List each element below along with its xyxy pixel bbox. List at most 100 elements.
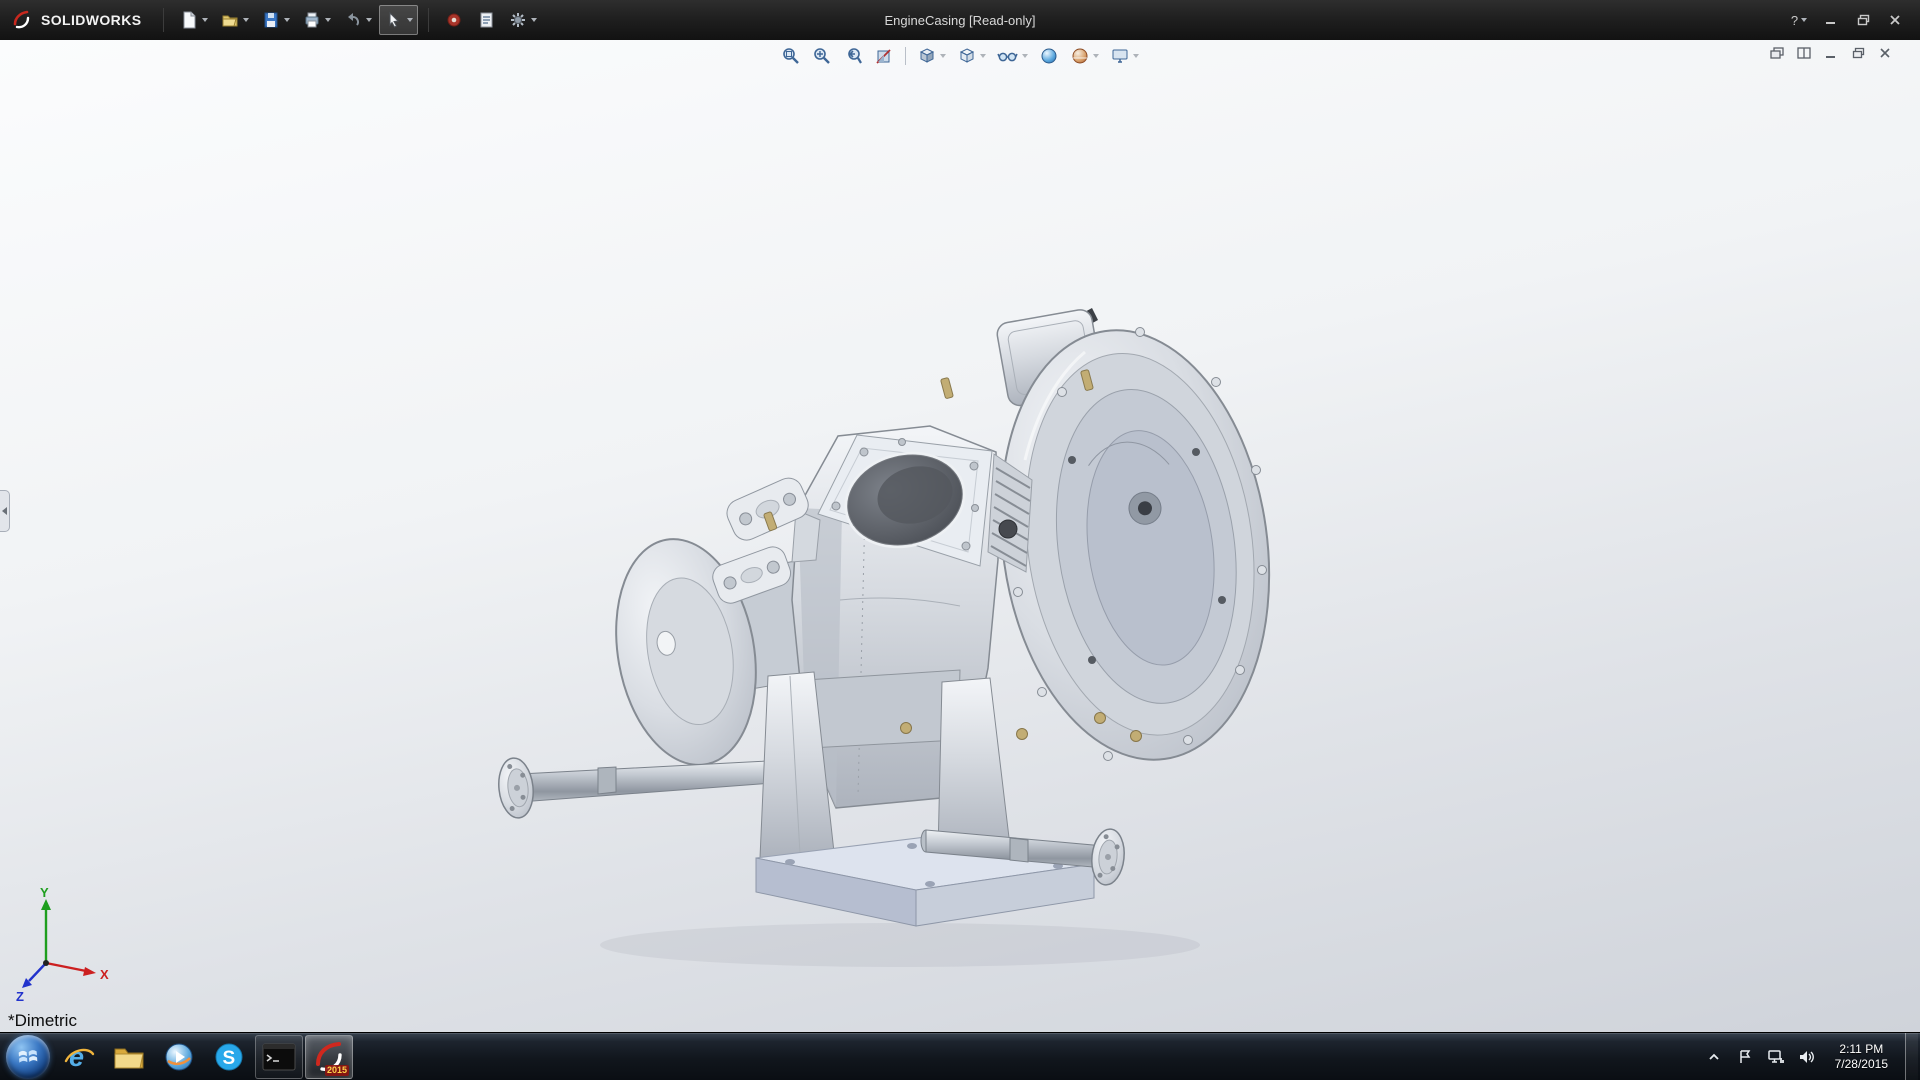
file-properties-button[interactable] [471, 5, 501, 35]
dropdown-caret-icon [980, 54, 986, 58]
zoom-to-area-button[interactable] [808, 43, 836, 69]
view-orientation-cube-icon [917, 46, 937, 66]
doc-minimize-button[interactable] [1822, 45, 1840, 61]
view-orientation-label: *Dimetric [8, 1011, 77, 1031]
help-glyph: ? [1791, 13, 1798, 28]
doc-restore-button[interactable] [1849, 45, 1867, 61]
dropdown-caret-icon [531, 18, 537, 22]
new-document-icon [179, 10, 199, 30]
triad-z-label: Z [16, 989, 24, 1003]
action-center-button[interactable] [1734, 1042, 1756, 1072]
zoom-to-fit-button[interactable] [777, 43, 805, 69]
display-style-cube-icon [957, 46, 977, 66]
options-gear-icon [508, 10, 528, 30]
show-hidden-icons-button[interactable] [1703, 1042, 1725, 1072]
select-button[interactable] [379, 5, 418, 35]
dropdown-caret-icon [366, 18, 372, 22]
view-orientation-button[interactable] [913, 43, 950, 69]
triad-x-label: X [100, 967, 109, 982]
view-settings-icon [1110, 46, 1130, 66]
dropdown-caret-icon [407, 18, 413, 22]
taskbar-media-player[interactable] [155, 1035, 203, 1079]
section-view-icon [874, 46, 894, 66]
window-title: EngineCasing [Read-only] [884, 13, 1035, 28]
taskbar: e S [0, 1032, 1920, 1080]
clock-time: 2:11 PM [1835, 1042, 1888, 1057]
system-tray: 2:11 PM 7/28/2015 [1703, 1033, 1920, 1080]
hide-show-items-button[interactable] [993, 43, 1032, 69]
dropdown-caret-icon [1801, 18, 1807, 22]
options-button[interactable] [503, 5, 542, 35]
close-icon [1879, 47, 1891, 59]
dropdown-caret-icon [325, 18, 331, 22]
dropdown-caret-icon [1133, 54, 1139, 58]
save-button[interactable] [256, 5, 295, 35]
undo-button[interactable] [338, 5, 377, 35]
network-icon [1767, 1049, 1785, 1065]
apply-scene-sphere-icon [1070, 46, 1090, 66]
reference-triad: Y X Z [16, 885, 112, 1003]
headsup-view-toolbar [777, 43, 1143, 69]
tile-icon [1797, 47, 1811, 59]
engine-casing-model[interactable] [0, 40, 1920, 1032]
print-button[interactable] [297, 5, 336, 35]
rebuild-button[interactable] [439, 5, 469, 35]
graphics-viewport: Y X Z *Dimetric [0, 40, 1920, 1032]
network-button[interactable] [1765, 1042, 1787, 1072]
media-player-icon [163, 1041, 195, 1073]
volume-speaker-icon [1798, 1049, 1816, 1065]
edit-appearance-button[interactable] [1035, 43, 1063, 69]
taskbar-skype[interactable]: S [205, 1035, 253, 1079]
dropdown-caret-icon [940, 54, 946, 58]
display-style-button[interactable] [953, 43, 990, 69]
file-properties-icon [476, 10, 496, 30]
zoom-to-fit-icon [781, 46, 801, 66]
cascade-windows-button[interactable] [1768, 45, 1786, 61]
skype-icon: S [213, 1041, 245, 1073]
taskbar-windows-explorer[interactable] [105, 1035, 153, 1079]
toolbar-separator [163, 8, 164, 32]
show-desktop-button[interactable] [1905, 1033, 1918, 1080]
doc-close-button[interactable] [1876, 45, 1894, 61]
previous-view-icon [843, 46, 863, 66]
start-button[interactable] [6, 1035, 50, 1079]
collapse-arrow-icon [2, 507, 7, 515]
windows-flag-icon [17, 1046, 39, 1068]
solidworks-app-icon: 2015 [312, 1040, 346, 1074]
edit-appearance-sphere-icon [1039, 46, 1059, 66]
svg-text:e: e [69, 1042, 84, 1072]
svg-text:S: S [223, 1048, 236, 1069]
taskbar-solidworks[interactable]: 2015 [305, 1035, 353, 1079]
section-view-button[interactable] [870, 43, 898, 69]
window-controls: ? [1786, 8, 1920, 32]
select-cursor-icon [384, 10, 404, 30]
view-settings-button[interactable] [1106, 43, 1143, 69]
tile-windows-button[interactable] [1795, 45, 1813, 61]
dropdown-caret-icon [1022, 54, 1028, 58]
dropdown-caret-icon [202, 18, 208, 22]
open-button[interactable] [215, 5, 254, 35]
taskbar-internet-explorer[interactable]: e [55, 1035, 103, 1079]
new-document-button[interactable] [174, 5, 213, 35]
print-icon [302, 10, 322, 30]
open-folder-icon [220, 10, 240, 30]
save-floppy-icon [261, 10, 281, 30]
close-button[interactable] [1882, 8, 1908, 32]
dropdown-caret-icon [284, 18, 290, 22]
minimize-button[interactable] [1818, 8, 1844, 32]
triad-y-label: Y [40, 885, 49, 900]
apply-scene-button[interactable] [1066, 43, 1103, 69]
taskbar-clock[interactable]: 2:11 PM 7/28/2015 [1827, 1042, 1896, 1072]
minimize-icon [1825, 47, 1837, 59]
volume-button[interactable] [1796, 1042, 1818, 1072]
solidworks-year-badge: 2015 [325, 1065, 349, 1076]
help-button[interactable]: ? [1786, 8, 1812, 32]
undo-arrow-icon [343, 10, 363, 30]
previous-view-button[interactable] [839, 43, 867, 69]
action-center-flag-icon [1737, 1049, 1753, 1065]
taskbar-command-prompt[interactable] [255, 1035, 303, 1079]
restore-button[interactable] [1850, 8, 1876, 32]
minimize-icon [1825, 14, 1837, 26]
dropdown-caret-icon [1093, 54, 1099, 58]
featuremanager-collapse-tab[interactable] [0, 490, 10, 532]
